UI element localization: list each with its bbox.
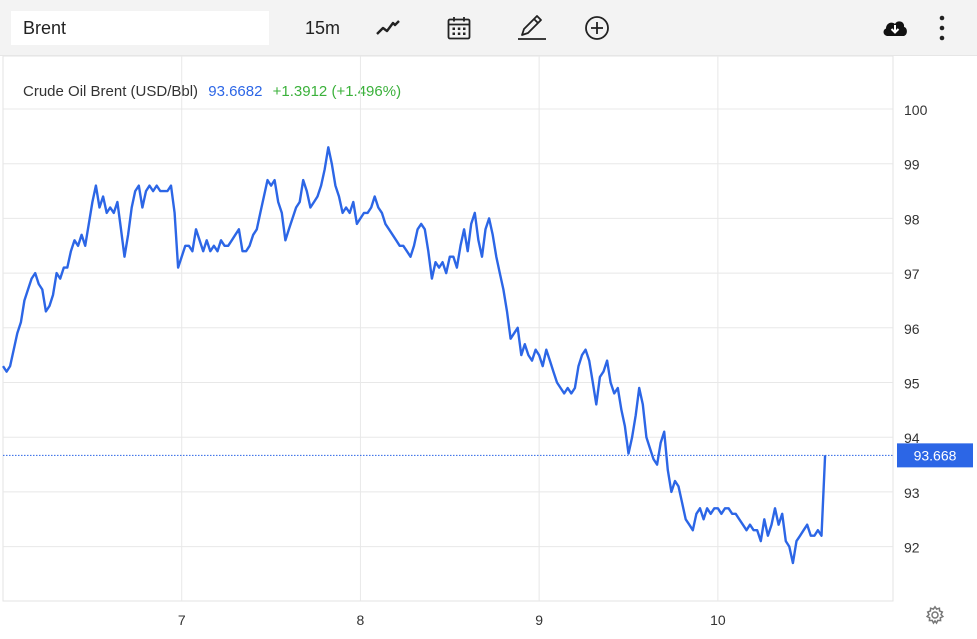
add-circle-icon[interactable]	[583, 14, 611, 42]
y-tick-label: 96	[904, 321, 920, 337]
x-tick-label: 10	[710, 612, 726, 628]
toolbar: 15m	[0, 0, 977, 56]
last-price-tag-label: 93.668	[914, 447, 957, 463]
y-tick-label: 100	[904, 102, 928, 118]
price-series-line	[1, 146, 827, 565]
plot-frame	[2, 56, 894, 602]
cloud-download-icon[interactable]	[880, 14, 910, 42]
x-tick-label: 9	[535, 612, 543, 628]
symbol-search-input[interactable]	[11, 11, 269, 45]
y-tick-label: 93	[904, 485, 920, 501]
x-tick-label: 8	[357, 612, 365, 628]
more-vertical-icon[interactable]	[935, 14, 949, 42]
y-tick-label: 99	[904, 157, 920, 173]
calendar-icon[interactable]	[445, 14, 473, 42]
line-chart-icon[interactable]	[374, 14, 402, 42]
y-tick-label: 97	[904, 266, 920, 282]
interval-selector[interactable]: 15m	[305, 18, 340, 39]
pencil-icon[interactable]	[516, 14, 548, 42]
price-chart[interactable]: 92939495969798991007 8 9 1093.668	[0, 56, 977, 639]
y-tick-label: 95	[904, 376, 920, 392]
x-tick-label: 7	[178, 612, 186, 628]
y-tick-label: 98	[904, 211, 920, 227]
gear-icon[interactable]	[925, 605, 945, 625]
y-tick-label: 92	[904, 540, 920, 556]
